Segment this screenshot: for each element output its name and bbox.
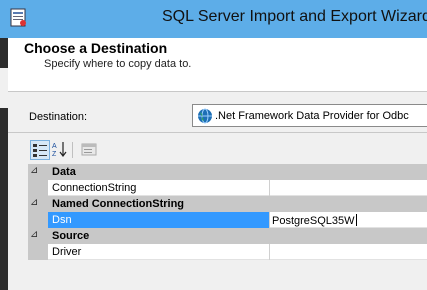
category-label: Source <box>52 230 90 242</box>
destination-label: Destination: <box>29 111 88 123</box>
divider <box>8 132 427 133</box>
svg-text:A: A <box>52 143 57 150</box>
page-subtitle: Specify where to copy data to. <box>44 58 192 70</box>
property-pages-button[interactable] <box>80 140 100 160</box>
dsn-value-input[interactable]: PostgreSQL35W <box>272 214 357 227</box>
window-title: SQL Server Import and Export Wizard <box>162 8 427 25</box>
property-row-driver[interactable]: Driver <box>28 244 427 260</box>
svg-text:Z: Z <box>52 151 57 158</box>
category-label: Data <box>52 166 76 178</box>
collapse-icon[interactable]: ⊿ <box>30 229 46 240</box>
title-bar: SQL Server Import and Export Wizard <box>0 0 427 38</box>
collapse-icon[interactable]: ⊿ <box>30 165 46 176</box>
property-pages-icon <box>81 143 97 156</box>
alphabetical-button[interactable]: A Z <box>51 140 71 160</box>
categorized-button[interactable] <box>30 140 50 160</box>
property-row-connectionstring[interactable]: ConnectionString <box>28 180 427 196</box>
property-name: ConnectionString <box>52 182 137 194</box>
left-edge <box>0 38 8 290</box>
property-value[interactable]: PostgreSQL35W <box>272 215 355 227</box>
categorized-icon <box>33 144 47 157</box>
page-title: Choose a Destination <box>24 40 168 56</box>
toolbar-separator <box>72 142 73 158</box>
text-caret <box>355 214 357 226</box>
category-label: Named ConnectionString <box>52 198 185 210</box>
provider-icon <box>198 108 212 124</box>
category-data[interactable]: ⊿ Data <box>28 164 427 180</box>
wizard-header: Choose a Destination Specify where to co… <box>8 38 427 92</box>
collapse-icon[interactable]: ⊿ <box>30 197 46 208</box>
property-row-dsn[interactable]: Dsn PostgreSQL35W <box>28 212 427 228</box>
destination-dropdown[interactable]: .Net Framework Data Provider for Odbc <box>192 104 427 127</box>
app-icon <box>10 8 26 27</box>
destination-value: .Net Framework Data Provider for Odbc <box>215 110 409 122</box>
alphabetical-icon: A Z <box>52 142 67 158</box>
property-name: Dsn <box>52 214 72 226</box>
property-name: Driver <box>52 246 82 258</box>
property-grid: ⊿ Data ConnectionString ⊿ Named Connecti… <box>28 164 427 290</box>
category-source[interactable]: ⊿ Source <box>28 228 427 244</box>
category-named-connectionstring[interactable]: ⊿ Named ConnectionString <box>28 196 427 212</box>
